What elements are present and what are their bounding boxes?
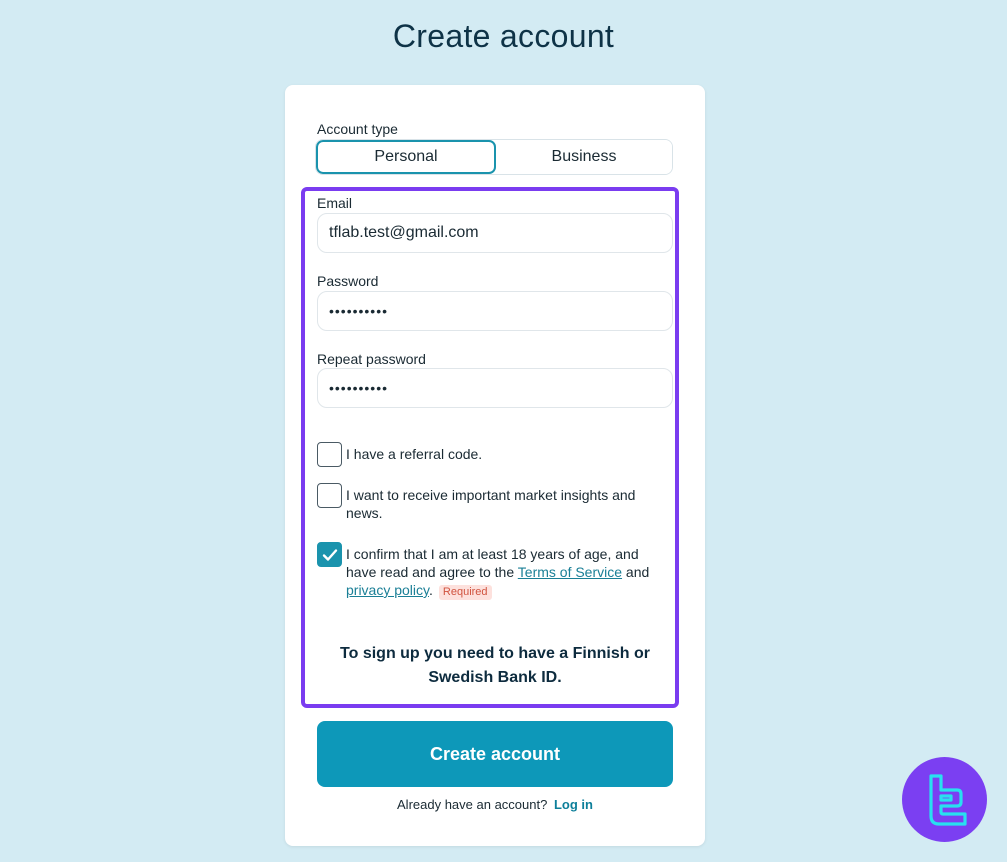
logo-icon xyxy=(928,773,967,826)
insights-checkbox[interactable] xyxy=(317,483,342,508)
referral-checkbox[interactable] xyxy=(317,442,342,467)
email-label: Email xyxy=(317,195,353,211)
password-label: Password xyxy=(317,273,379,289)
login-link[interactable]: Log in xyxy=(554,797,593,812)
repeat-password-label: Repeat password xyxy=(317,351,426,367)
account-type-business[interactable]: Business xyxy=(496,140,672,174)
check-icon xyxy=(322,548,337,561)
terms-of-service-link[interactable]: Terms of Service xyxy=(518,564,622,580)
password-field[interactable]: •••••••••• xyxy=(317,291,673,331)
confirm-text-end: . xyxy=(429,582,433,598)
required-badge: Required xyxy=(438,585,492,600)
login-prompt-row: Already have an account? Log in xyxy=(285,797,705,812)
page-title: Create account xyxy=(392,18,615,54)
create-account-button[interactable]: Create account xyxy=(317,721,673,787)
bankid-note: To sign up you need to have a Finnish or… xyxy=(340,645,650,686)
email-field[interactable]: tflab.test@gmail.com xyxy=(317,213,673,253)
referral-checkbox-row: I have a referral code. xyxy=(317,442,667,467)
insights-checkbox-row: I want to receive important market insig… xyxy=(317,483,667,522)
insights-checkbox-label: I want to receive important market insig… xyxy=(346,487,636,521)
login-prompt: Already have an account? xyxy=(397,797,548,812)
confirm-text-and: and xyxy=(622,564,650,580)
privacy-policy-link[interactable]: privacy policy xyxy=(346,582,429,598)
signup-card: Account type Personal Business Email tfl… xyxy=(285,85,705,846)
confirm-checkbox-label: I confirm that I am at least 18 years of… xyxy=(346,545,667,600)
referral-checkbox-label: I have a referral code. xyxy=(346,446,483,462)
confirm-checkbox-row: I confirm that I am at least 18 years of… xyxy=(317,542,667,600)
repeat-password-field[interactable]: •••••••••• xyxy=(317,368,673,408)
confirm-checkbox[interactable] xyxy=(317,542,342,567)
account-type-personal[interactable]: Personal xyxy=(316,140,496,174)
account-type-toggle: Personal Business xyxy=(315,139,673,175)
brand-logo xyxy=(902,757,987,842)
account-type-label: Account type xyxy=(317,121,398,137)
